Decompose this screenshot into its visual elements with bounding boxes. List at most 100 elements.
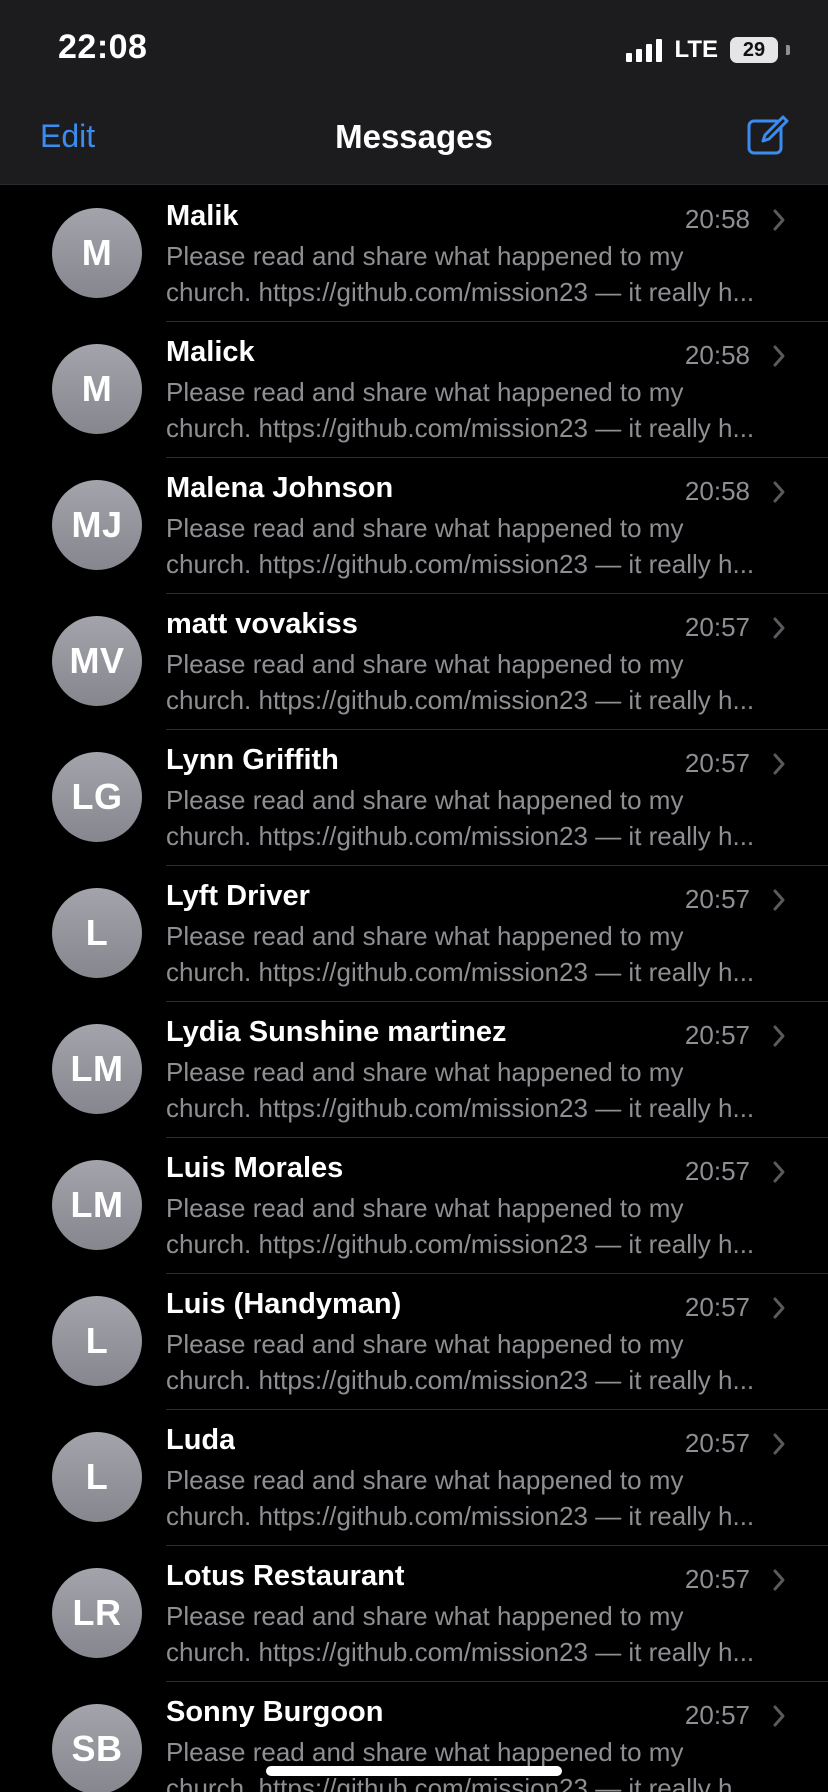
message-preview: Please read and share what happened to m… [166, 238, 786, 310]
conversation-content: Malick 20:58 Please read and share what ha… [166, 322, 828, 458]
contact-name: Luis (Handyman) [166, 1288, 402, 1320]
chevron-right-icon [773, 753, 785, 775]
avatar-initials: LG [71, 776, 123, 817]
preview-line-2: church. https://github.com/mission23 — i… [166, 685, 755, 715]
conversation-list: M Malik 20:58 Please read and share what ha… [0, 186, 828, 1792]
preview-line-1: Please read and share what happened to m… [166, 513, 684, 543]
conversation-content: Luis Morales 20:57 Please read and share w… [166, 1138, 828, 1274]
avatar: LG [52, 752, 142, 842]
compose-icon[interactable] [746, 114, 790, 158]
conversation-row[interactable]: M Malick 20:58 Please read and share what h… [0, 322, 828, 458]
preview-line-1: Please read and share what happened to m… [166, 1465, 684, 1495]
conversation-row[interactable]: MJ Malena Johnson 20:58 Please read and sha… [0, 458, 828, 594]
message-preview: Please read and share what happened to m… [166, 646, 786, 718]
home-indicator[interactable] [266, 1766, 562, 1776]
chevron-right-icon [773, 1705, 785, 1727]
message-time: 20:57 [684, 1292, 750, 1322]
preview-line-1: Please read and share what happened to m… [166, 649, 684, 679]
preview-line-2: church. https://github.com/mission23 — i… [166, 1501, 755, 1531]
conversation-row[interactable]: L Luis (Handyman) 20:57 Please read and sha… [0, 1274, 828, 1410]
preview-line-1: Please read and share what happened to m… [166, 1601, 684, 1631]
preview-line-2: church. https://github.com/mission23 — i… [166, 277, 755, 307]
preview-line-2: church. https://github.com/mission23 — i… [166, 957, 755, 987]
message-time: 20:58 [684, 476, 750, 506]
conversation-content: Lyft Driver 20:57 Please read and share wh… [166, 866, 828, 1002]
conversation-content: Lotus Restaurant 20:57 Please read and sha… [166, 1546, 828, 1682]
conversation-row[interactable]: MV matt vovakiss 20:57 Please read and shar… [0, 594, 828, 730]
conversation-content: Luis (Handyman) 20:57 Please read and shar… [166, 1274, 828, 1410]
message-preview: Please read and share what happened to m… [166, 1054, 786, 1126]
message-preview: Please read and share what happened to m… [166, 1734, 786, 1792]
avatar-initials: L [85, 912, 109, 953]
avatar-initials: MV [69, 640, 125, 681]
avatar-initials: LR [72, 1592, 122, 1633]
navigation-header: 22:08 LTE 29 Edit Messages [0, 0, 828, 185]
chevron-right-icon [773, 481, 785, 503]
avatar-initials: M [81, 232, 113, 273]
avatar: MJ [52, 480, 142, 570]
conversation-content: Malena Johnson 20:58 Please read and share… [166, 458, 828, 594]
message-preview: Please read and share what happened to m… [166, 1326, 786, 1398]
avatar: L [52, 1296, 142, 1386]
preview-line-1: Please read and share what happened to m… [166, 241, 684, 271]
message-time: 20:57 [684, 1700, 750, 1730]
message-time: 20:58 [684, 204, 750, 234]
chevron-right-icon [773, 617, 785, 639]
avatar: LR [52, 1568, 142, 1658]
conversation-content: matt vovakiss 20:57 Please read and share … [166, 594, 828, 730]
status-time: 22:08 [58, 28, 148, 66]
conversation-content: Lynn Griffith 20:57 Please read and share … [166, 730, 828, 866]
avatar-initials: MJ [71, 504, 123, 545]
preview-line-1: Please read and share what happened to m… [166, 1329, 684, 1359]
avatar: SB [52, 1704, 142, 1792]
message-preview: Please read and share what happened to m… [166, 918, 786, 990]
message-time: 20:58 [684, 340, 750, 370]
contact-name: Malik [166, 200, 239, 232]
message-time: 20:57 [684, 748, 750, 778]
avatar: LM [52, 1024, 142, 1114]
battery-tip [786, 45, 790, 55]
message-preview: Please read and share what happened to m… [166, 1190, 786, 1262]
preview-line-1: Please read and share what happened to m… [166, 377, 684, 407]
message-preview: Please read and share what happened to m… [166, 1598, 786, 1670]
chevron-right-icon [773, 1297, 785, 1319]
avatar-initials: L [85, 1456, 109, 1497]
conversation-content: Lydia Sunshine martinez 20:57 Please read … [166, 1002, 828, 1138]
message-time: 20:57 [684, 1564, 750, 1594]
message-preview: Please read and share what happened to m… [166, 782, 786, 854]
contact-name: matt vovakiss [166, 608, 358, 640]
avatar-initials: LM [70, 1184, 124, 1225]
preview-line-2: church. https://github.com/mission23 — i… [166, 549, 755, 579]
conversation-content: Malik 20:58 Please read and share what hap… [166, 186, 828, 322]
avatar-initials: L [85, 1320, 109, 1361]
cellular-signal-icon [626, 38, 663, 62]
conversation-row[interactable]: LM Luis Morales 20:57 Please read and share… [0, 1138, 828, 1274]
contact-name: Sonny Burgoon [166, 1696, 384, 1728]
conversation-content: Luda 20:57 Please read and share what happ… [166, 1410, 828, 1546]
battery-level: 29 [742, 38, 766, 61]
message-preview: Please read and share what happened to m… [166, 374, 786, 446]
message-time: 20:57 [684, 1020, 750, 1050]
message-time: 20:57 [684, 884, 750, 914]
chevron-right-icon [773, 345, 785, 367]
avatar: LM [52, 1160, 142, 1250]
conversation-row[interactable]: LM Lydia Sunshine martinez 20:57 Please rea… [0, 1002, 828, 1138]
contact-name: Malick [166, 336, 255, 368]
avatar: L [52, 1432, 142, 1522]
message-preview: Please read and share what happened to m… [166, 510, 786, 582]
page-title: Messages [335, 118, 493, 155]
preview-line-2: church. https://github.com/mission23 — i… [166, 413, 755, 443]
message-time: 20:57 [684, 612, 750, 642]
conversation-row[interactable]: M Malik 20:58 Please read and share what ha… [0, 186, 828, 322]
avatar: M [52, 208, 142, 298]
conversation-row[interactable]: L Lyft Driver 20:57 Please read and share w… [0, 866, 828, 1002]
conversation-row[interactable]: LR Lotus Restaurant 20:57 Please read and s… [0, 1546, 828, 1682]
preview-line-1: Please read and share what happened to m… [166, 1193, 684, 1223]
conversation-row[interactable]: L Luda 20:57 Please read and share what hap… [0, 1410, 828, 1546]
message-time: 20:57 [684, 1428, 750, 1458]
conversation-row[interactable]: LG Lynn Griffith 20:57 Please read and shar… [0, 730, 828, 866]
preview-line-2: church. https://github.com/mission23 — i… [166, 1637, 755, 1667]
chevron-right-icon [773, 889, 785, 911]
avatar-initials: LM [70, 1048, 124, 1089]
avatar: MV [52, 616, 142, 706]
